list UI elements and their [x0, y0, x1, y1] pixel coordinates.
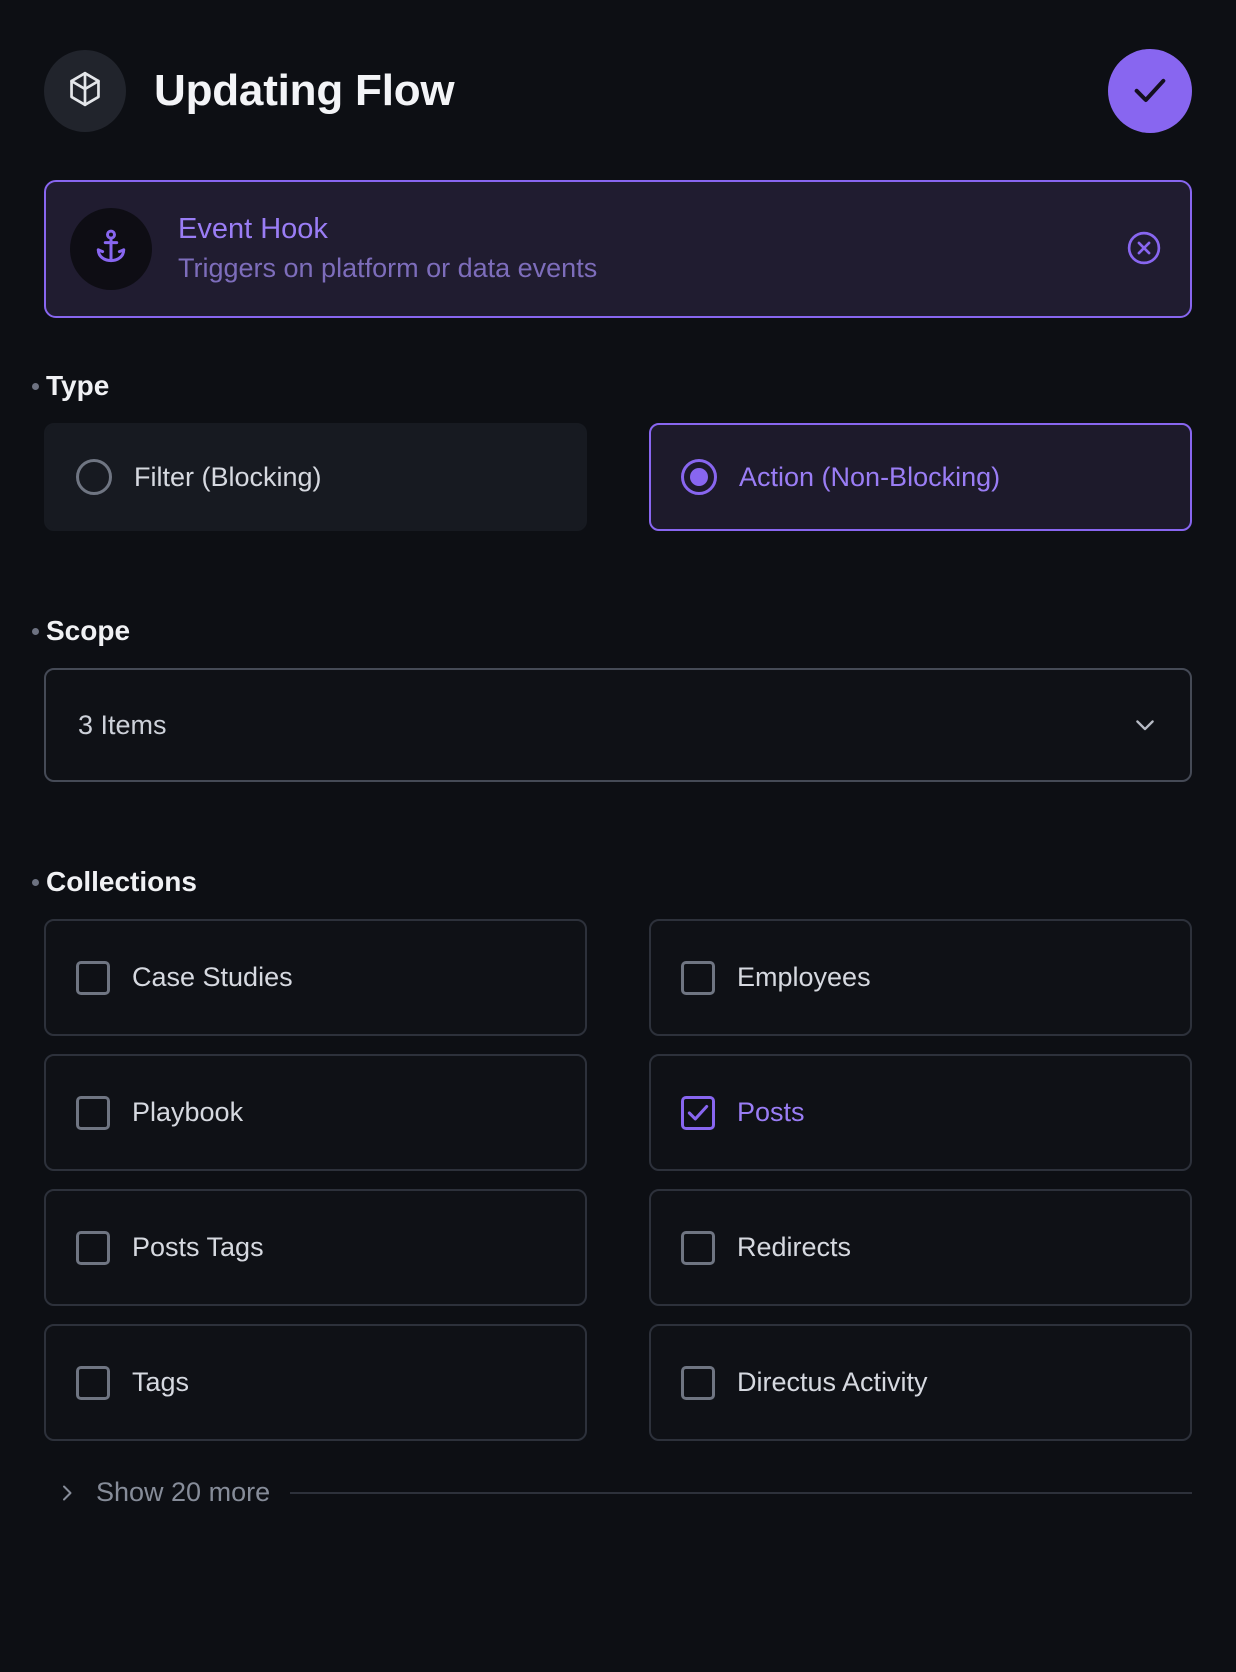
show-more-label: Show 20 more [96, 1477, 270, 1508]
close-circle-icon [1125, 229, 1163, 270]
collection-item-playbook[interactable]: Playbook [44, 1054, 587, 1171]
type-option-action[interactable]: Action (Non-Blocking) [649, 423, 1192, 531]
trigger-card[interactable]: Event Hook Triggers on platform or data … [44, 180, 1192, 318]
remove-trigger-button[interactable] [1124, 229, 1164, 269]
field-marker-dot [32, 628, 39, 635]
trigger-text: Event Hook Triggers on platform or data … [178, 214, 597, 284]
collection-label: Posts [737, 1097, 805, 1128]
collection-label: Employees [737, 962, 871, 993]
scope-field: Scope 3 Items [44, 615, 1192, 782]
checkbox-unchecked-icon [76, 961, 110, 995]
collection-label: Tags [132, 1367, 189, 1398]
collection-item-tags[interactable]: Tags [44, 1324, 587, 1441]
collection-item-case-studies[interactable]: Case Studies [44, 919, 587, 1036]
trigger-description: Triggers on platform or data events [178, 254, 597, 284]
type-field-label: Type [32, 370, 1192, 402]
collection-label: Posts Tags [132, 1232, 264, 1263]
collection-label: Case Studies [132, 962, 293, 993]
collection-item-directus-activity[interactable]: Directus Activity [649, 1324, 1192, 1441]
flow-trigger-panel: Updating Flow [0, 0, 1236, 1672]
collection-item-redirects[interactable]: Redirects [649, 1189, 1192, 1306]
collections-field: Collections Case Studies Employees Playb… [44, 866, 1192, 1508]
collection-item-posts[interactable]: Posts [649, 1054, 1192, 1171]
checkbox-unchecked-icon [76, 1366, 110, 1400]
checkbox-unchecked-icon [681, 1231, 715, 1265]
save-button[interactable] [1108, 49, 1192, 133]
radio-checked-icon [681, 459, 717, 495]
chevron-down-icon[interactable] [1130, 710, 1160, 740]
type-option-filter[interactable]: Filter (Blocking) [44, 423, 587, 531]
type-field: Type Filter (Blocking) Action (Non-Block… [44, 370, 1192, 531]
trigger-name: Event Hook [178, 214, 597, 246]
panel-header: Updating Flow [44, 0, 1192, 180]
collections-grid: Case Studies Employees Playbook Posts [44, 919, 1192, 1441]
checkbox-unchecked-icon [681, 961, 715, 995]
show-more-divider [290, 1492, 1192, 1494]
checkbox-checked-icon [681, 1096, 715, 1130]
collection-label: Directus Activity [737, 1367, 928, 1398]
scope-label-text: Scope [46, 615, 130, 647]
show-more-button[interactable]: Show 20 more [54, 1477, 1192, 1508]
collection-label: Redirects [737, 1232, 851, 1263]
anchor-icon [92, 228, 130, 271]
field-marker-dot [32, 383, 39, 390]
type-option-action-label: Action (Non-Blocking) [739, 462, 1000, 493]
radio-unchecked-icon [76, 459, 112, 495]
check-icon [1130, 70, 1170, 113]
type-option-filter-label: Filter (Blocking) [134, 462, 322, 493]
scope-select[interactable]: 3 Items [44, 668, 1192, 782]
collections-label-text: Collections [46, 866, 197, 898]
collection-item-employees[interactable]: Employees [649, 919, 1192, 1036]
checkbox-unchecked-icon [76, 1231, 110, 1265]
scope-select-value: 3 Items [78, 710, 167, 741]
scope-field-label: Scope [32, 615, 1192, 647]
collection-item-posts-tags[interactable]: Posts Tags [44, 1189, 587, 1306]
type-label-text: Type [46, 370, 109, 402]
field-marker-dot [32, 879, 39, 886]
flow-icon-button[interactable] [44, 50, 126, 132]
cube-icon [66, 70, 104, 113]
checkbox-unchecked-icon [681, 1366, 715, 1400]
trigger-avatar [70, 208, 152, 290]
checkbox-unchecked-icon [76, 1096, 110, 1130]
type-options: Filter (Blocking) Action (Non-Blocking) [44, 423, 1192, 531]
collection-label: Playbook [132, 1097, 243, 1128]
page-title: Updating Flow [154, 66, 454, 116]
collections-field-label: Collections [32, 866, 1192, 898]
chevron-right-icon [54, 1480, 80, 1506]
